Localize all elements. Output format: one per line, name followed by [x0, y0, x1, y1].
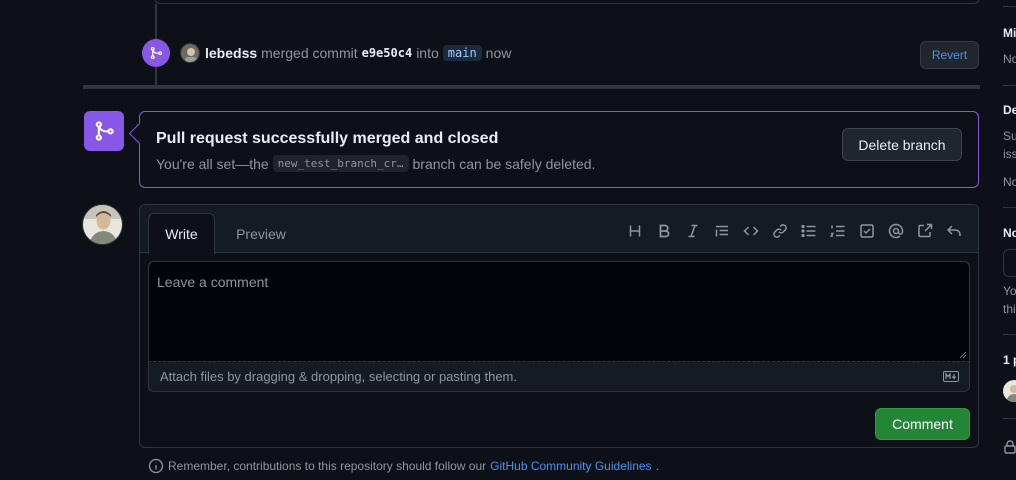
sidebar-development-text: Su: [1003, 129, 1016, 143]
comment-textarea[interactable]: Leave a comment: [148, 261, 970, 361]
merge-status-suffix: branch can be safely deleted.: [412, 155, 596, 172]
sidebar-divider: [1003, 418, 1016, 419]
avatar[interactable]: [180, 43, 200, 63]
mention-icon[interactable]: [886, 221, 906, 241]
sidebar-development-text: iss: [1003, 147, 1016, 161]
code-icon[interactable]: [741, 221, 761, 241]
guidelines-suffix: .: [655, 459, 659, 473]
commit-sha-link[interactable]: e9e50c4: [362, 46, 413, 60]
avatar[interactable]: [82, 204, 123, 245]
sidebar-divider: [1003, 85, 1016, 86]
info-icon: [148, 458, 164, 474]
attach-files-bar[interactable]: Attach files by dragging & dropping, sel…: [148, 361, 970, 392]
sidebar-milestone-heading[interactable]: Mi: [1003, 26, 1016, 40]
previous-timeline-card: [154, 0, 980, 4]
sidebar-notifications-heading: No: [1003, 226, 1016, 240]
merge-status-subtitle: You're all set—the new_test_branch_cr… b…: [156, 155, 595, 172]
comment-composer: Write Preview Leave a comment Attach fil: [139, 204, 979, 448]
head-branch-chip[interactable]: new_test_branch_cr…: [272, 155, 409, 172]
sidebar-notifications-text: Yo: [1003, 284, 1016, 298]
sidebar-development-value: No: [1003, 175, 1016, 189]
saved-reply-icon[interactable]: [944, 221, 964, 241]
guidelines-prefix: Remember, contributions to this reposito…: [168, 459, 487, 473]
tab-preview[interactable]: Preview: [222, 213, 300, 254]
merge-status-prefix: You're all set—the: [156, 155, 269, 172]
timeline-end-divider: [83, 85, 980, 89]
link-icon[interactable]: [770, 221, 790, 241]
italic-icon[interactable]: [683, 221, 703, 241]
sidebar-divider: [1003, 6, 1016, 7]
sidebar-milestone-value: No: [1003, 52, 1016, 66]
sidebar-development-heading[interactable]: De: [1003, 103, 1016, 117]
merge-status-title: Pull request successfully merged and clo…: [156, 130, 499, 147]
cross-reference-icon[interactable]: [915, 221, 935, 241]
bold-icon[interactable]: [654, 221, 674, 241]
ordered-list-icon[interactable]: [828, 221, 848, 241]
git-merge-icon: [142, 39, 170, 67]
git-merge-icon: [84, 111, 124, 151]
attach-files-hint: Attach files by dragging & dropping, sel…: [160, 369, 517, 384]
sidebar-participants-heading: 1 p: [1003, 353, 1016, 367]
delete-branch-button[interactable]: Delete branch: [842, 128, 962, 161]
comment-submit-button[interactable]: Comment: [875, 408, 970, 440]
merge-event-text: lebedss merged commit e9e50c4 into main …: [205, 45, 511, 61]
base-branch-chip[interactable]: main: [442, 45, 482, 61]
revert-button[interactable]: Revert: [920, 41, 979, 69]
avatar[interactable]: [1003, 380, 1016, 402]
sidebar-divider: [1003, 207, 1016, 208]
quote-icon[interactable]: [712, 221, 732, 241]
resize-handle-icon[interactable]: [959, 351, 967, 359]
tab-write[interactable]: Write: [148, 213, 215, 254]
pull-request-page: lebedss merged commit e9e50c4 into main …: [0, 0, 1016, 480]
sidebar-subscribe-button[interactable]: [1003, 249, 1016, 277]
sidebar-divider: [1003, 334, 1016, 335]
unordered-list-icon[interactable]: [799, 221, 819, 241]
task-list-icon[interactable]: [857, 221, 877, 241]
event-action: merged commit: [261, 45, 358, 61]
event-into: into: [416, 45, 439, 61]
merge-event: lebedss merged commit e9e50c4 into main …: [142, 39, 511, 67]
author-link[interactable]: lebedss: [205, 45, 257, 61]
markdown-icon[interactable]: [943, 371, 959, 382]
composer-header: Write Preview: [140, 205, 978, 254]
heading-icon[interactable]: [625, 221, 645, 241]
contribution-guidelines-note: Remember, contributions to this reposito…: [148, 458, 659, 474]
markdown-toolbar: [625, 221, 964, 241]
merge-status-box: Pull request successfully merged and clo…: [139, 111, 979, 188]
community-guidelines-link[interactable]: GitHub Community Guidelines: [490, 459, 651, 473]
sidebar-notifications-text: thi: [1003, 302, 1016, 316]
event-time[interactable]: now: [486, 45, 512, 61]
lock-icon[interactable]: [1004, 440, 1016, 454]
